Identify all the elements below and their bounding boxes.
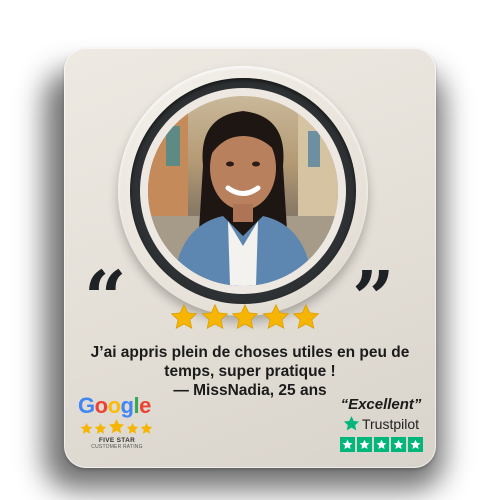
star-icon <box>262 303 289 330</box>
trustpilot-logo: Trustpilot <box>336 415 426 432</box>
google-sublabel: CUSTOMER RATING <box>91 444 143 450</box>
star-icon <box>80 422 93 434</box>
star-icon <box>376 439 386 449</box>
star-icon <box>292 303 320 330</box>
reviewer-photo <box>148 96 338 286</box>
star-icon <box>393 439 403 449</box>
close-quote-icon: ” <box>352 256 395 342</box>
google-label: FIVE STAR <box>98 437 136 444</box>
testimonial-line-2: temps, super pratique ! <box>164 363 336 380</box>
star-icon <box>140 422 153 434</box>
trustpilot-star-box <box>390 437 406 452</box>
star-icon <box>410 439 420 449</box>
star-icon <box>342 439 352 449</box>
trustpilot-star-icon <box>343 416 360 431</box>
star-icon <box>231 303 259 330</box>
trustpilot-star-box <box>356 437 372 452</box>
testimonial-text: J’ai appris plein de choses utiles en pe… <box>76 343 424 400</box>
rating-stars <box>170 303 320 337</box>
testimonial-line-1: J’ai appris plein de choses utiles en pe… <box>90 344 410 361</box>
trustpilot-stars <box>336 437 426 452</box>
star-icon <box>126 422 139 434</box>
trustpilot-star-box <box>373 437 389 452</box>
trustpilot-star-box <box>407 437 423 452</box>
trustpilot-badge: “Excellent” Trustpilot <box>336 396 426 452</box>
trustpilot-excellent: “Excellent” <box>340 396 422 413</box>
star-icon <box>201 303 228 330</box>
trustpilot-wordmark: Trustpilot <box>361 415 420 432</box>
google-rating-badge: Google FIVE STAR CUSTOMER RATING <box>78 394 156 450</box>
google-logo: Google <box>78 393 151 418</box>
star-icon <box>108 419 125 434</box>
star-icon <box>170 303 198 330</box>
trustpilot-star-box <box>339 437 355 452</box>
star-icon <box>359 439 369 449</box>
star-icon <box>94 422 107 434</box>
open-quote-icon: “ <box>84 256 127 342</box>
google-stars <box>80 419 156 435</box>
